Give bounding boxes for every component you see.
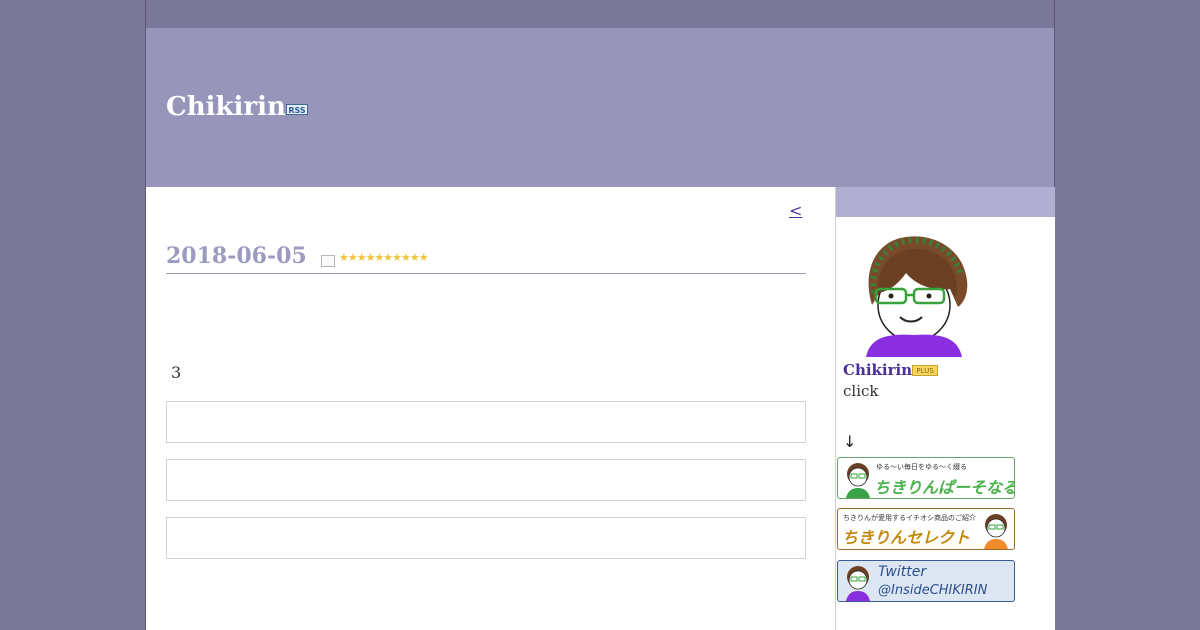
entry-box-3 bbox=[166, 517, 806, 559]
banner-twitter[interactable]: Twitter @InsideCHIKIRIN bbox=[837, 560, 1015, 602]
avatar-icon bbox=[846, 463, 870, 498]
top-bar bbox=[146, 0, 1054, 28]
banner-subtitle: ゆる〜い毎日をゆる〜く綴る bbox=[876, 463, 967, 471]
sidebar: Chikirin PLUS click ↓ ゆる〜い毎日をゆる〜く綴る ちきりん… bbox=[835, 187, 1055, 630]
avatar-icon bbox=[846, 566, 870, 601]
entry-date[interactable]: 2018-06-05 bbox=[166, 243, 307, 269]
main-content: < 2018-06-05 ★★★★★★★★★★ 3 bbox=[146, 187, 835, 630]
profile-name[interactable]: Chikirin bbox=[843, 361, 912, 379]
click-text: click bbox=[843, 382, 879, 400]
blog-title[interactable]: Chikirin bbox=[166, 92, 286, 122]
avatar[interactable] bbox=[862, 233, 970, 357]
add-star-icon[interactable] bbox=[321, 255, 335, 267]
avatar-icon bbox=[984, 514, 1008, 549]
entry-box-1 bbox=[166, 401, 806, 443]
banner-handle: @InsideCHIKIRIN bbox=[878, 583, 988, 598]
blog-header: Chikirin RSS bbox=[146, 28, 1054, 187]
entry-header: 2018-06-05 ★★★★★★★★★★ bbox=[166, 243, 806, 274]
page-container: Chikirin RSS < 2018-06-05 ★★★★★★★★★★ 3 C… bbox=[145, 0, 1055, 630]
banner-title: ちきりんセレクト bbox=[842, 528, 971, 547]
down-arrow-icon: ↓ bbox=[843, 432, 857, 451]
prev-page-link[interactable]: < bbox=[789, 201, 802, 220]
rss-icon[interactable]: RSS bbox=[286, 104, 308, 115]
banner-title: Twitter bbox=[878, 564, 927, 580]
entry-box-2 bbox=[166, 459, 806, 501]
banner-select[interactable]: ちきりんが愛用するイチオシ商品のご紹介 ちきりんセレクト bbox=[837, 508, 1015, 550]
entry-text: 3 bbox=[171, 363, 182, 382]
banner-personal[interactable]: ゆる〜い毎日をゆる〜く綴る ちきりんぱーそなる bbox=[837, 457, 1015, 499]
plus-badge: PLUS bbox=[912, 365, 938, 376]
banner-subtitle: ちきりんが愛用するイチオシ商品のご紹介 bbox=[843, 514, 976, 522]
banner-title: ちきりんぱーそなる bbox=[874, 478, 1015, 497]
sidebar-header bbox=[836, 187, 1055, 217]
star-rating[interactable]: ★★★★★★★★★★ bbox=[339, 251, 429, 264]
